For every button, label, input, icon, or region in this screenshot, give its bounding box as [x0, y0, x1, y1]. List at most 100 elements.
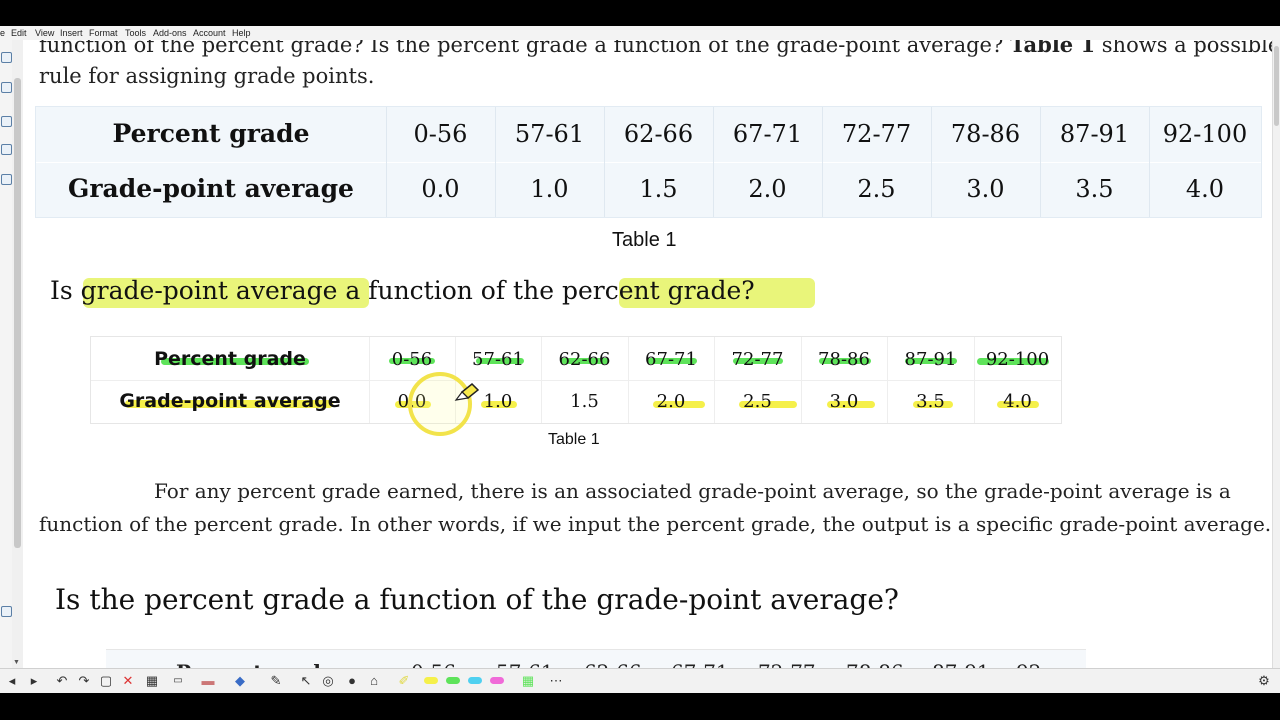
range-cell: 62-66 — [558, 349, 611, 370]
range-cell: 62-66 — [623, 120, 694, 148]
range-cell: 78-86 — [950, 120, 1021, 148]
page-next-icon[interactable]: ▸ — [26, 673, 42, 689]
range-cell: 72-77 — [731, 349, 784, 370]
scroll-thumb[interactable] — [1274, 46, 1279, 126]
menu-bar: e Edit View Insert Format Tools Add-ons … — [0, 26, 1280, 41]
intro-text-b: shows a possible — [1101, 40, 1280, 57]
range-cell: 67-71 — [732, 120, 803, 148]
folder-icon[interactable]: ▬ — [200, 673, 216, 689]
range-cell: 57-61 — [496, 660, 554, 668]
menu-edit[interactable]: Edit — [11, 28, 27, 38]
pink-pen-icon[interactable] — [490, 677, 504, 684]
document-page: function of the percent grade? Is the pe… — [23, 40, 1280, 668]
range-cell: 87-91 — [904, 349, 957, 370]
pen-icon[interactable] — [1, 116, 12, 127]
q1-mark: ? — [741, 276, 755, 305]
fill-icon[interactable]: ● — [344, 673, 360, 689]
gpa-cell: 4.0 — [1003, 391, 1032, 412]
scroll-down-icon[interactable]: ▼ — [13, 659, 20, 666]
row-header-percent: Percent grade — [112, 119, 310, 148]
delete-icon[interactable]: ✕ — [120, 673, 136, 689]
gpa-cell: 4.0 — [1185, 175, 1225, 203]
eraser-icon[interactable]: ⌂ — [366, 673, 382, 689]
row-header-percent: Percent grade — [154, 348, 306, 370]
range-cell: 57-61 — [514, 120, 585, 148]
yellow-pen-icon[interactable] — [424, 677, 438, 684]
zoom-icon[interactable]: ▭ — [170, 673, 186, 689]
range-cell: 92-100 — [1162, 120, 1248, 148]
menu-addons[interactable]: Add-ons — [153, 28, 187, 38]
gpa-cell: 2.5 — [857, 175, 896, 203]
gpa-cell: 3.5 — [1075, 175, 1114, 203]
table-caption: Table 1 — [612, 229, 677, 251]
right-scrollbar[interactable] — [1272, 40, 1280, 668]
q1-text: a function of the — [345, 276, 555, 305]
range-cell: 87-91 — [1059, 120, 1130, 148]
range-cell: 92-100 — [985, 349, 1050, 370]
page-prev-icon[interactable]: ◂ — [4, 673, 20, 689]
menu-tools[interactable]: Tools — [125, 28, 146, 38]
arrow-icon[interactable] — [1, 606, 12, 617]
range-cell: 67-71 — [671, 660, 729, 668]
q1-term-gpa: grade-point average — [80, 276, 338, 305]
green-pen-icon[interactable] — [446, 677, 460, 684]
range-cell: 67-71 — [645, 349, 697, 370]
highlighter-tool-icon[interactable]: ✐ — [396, 673, 412, 689]
undo-icon[interactable]: ↶ — [54, 673, 70, 689]
scroll-thumb[interactable] — [14, 78, 21, 548]
page-icon[interactable] — [1, 52, 12, 63]
range-cell: 0-56 — [411, 660, 456, 668]
gpa-cell: 2.0 — [656, 391, 686, 412]
annotated-table-caption: Table 1 — [548, 431, 600, 448]
intro-line-1: function of the percent grade? Is the pe… — [39, 40, 1280, 57]
gpa-cell: 2.0 — [748, 175, 787, 203]
range-cell: 78-86 — [846, 660, 904, 668]
range-cell: 92-100 — [1016, 660, 1086, 668]
range-cell: 57-61 — [472, 349, 524, 370]
paragraph-line-1: For any percent grade earned, there is a… — [154, 479, 1231, 503]
layers-icon[interactable] — [1, 82, 12, 93]
page-icon[interactable]: ▢ — [98, 673, 114, 689]
gpa-cell: 2.5 — [743, 391, 772, 412]
row-header-gpa: Grade-point average — [68, 174, 354, 203]
shape-icon[interactable] — [1, 174, 12, 185]
question-gpa-function: Is grade-point average a function of the… — [50, 276, 755, 305]
gpa-cell: 3.0 — [966, 175, 1005, 203]
range-cell: 0-56 — [391, 349, 433, 370]
more-icon[interactable]: ⋯ — [548, 673, 564, 689]
paragraph-line-2: function of the percent grade. In other … — [39, 512, 1272, 536]
select-arrow-icon[interactable]: ↖ — [298, 673, 314, 689]
gpa-cell: 3.5 — [916, 391, 945, 412]
intro-line-2: rule for assigning grade points. — [39, 64, 375, 88]
row-header-percent: Percent grade — [176, 660, 334, 668]
shapes-icon[interactable]: ◎ — [320, 673, 336, 689]
pen-tool-icon[interactable]: ✎ — [268, 673, 284, 689]
cyan-pen-icon[interactable] — [468, 677, 482, 684]
intro-table-ref: Table 1 — [1009, 40, 1096, 57]
menu-file[interactable]: e — [0, 28, 5, 38]
settings-gear-icon[interactable]: ⚙ — [1256, 673, 1272, 689]
menu-insert[interactable]: Insert — [60, 28, 83, 38]
gpa-cell: 1.5 — [639, 175, 678, 203]
menu-view[interactable]: View — [35, 28, 54, 38]
q1-text: Is — [50, 276, 73, 305]
table-icon[interactable]: ▦ — [144, 673, 160, 689]
intro-text-a: function of the percent grade? Is the pe… — [39, 40, 1004, 57]
menu-account[interactable]: Account — [193, 28, 226, 38]
q1-term-percent: percent grade — [561, 276, 742, 305]
range-cell: 72-77 — [841, 120, 912, 148]
gpa-cell: 1.5 — [570, 391, 599, 412]
text-icon[interactable] — [1, 144, 12, 155]
row-header-gpa: Grade-point average — [119, 390, 341, 412]
grid-icon[interactable]: ▦ — [520, 673, 536, 689]
range-cell: 72-77 — [758, 660, 816, 668]
gpa-cell: 0.0 — [421, 175, 460, 203]
capture-icon[interactable]: ◆ — [232, 673, 248, 689]
menu-help[interactable]: Help — [232, 28, 251, 38]
menu-format[interactable]: Format — [89, 28, 118, 38]
range-cell: 87-91 — [932, 660, 990, 668]
range-cell: 62-66 — [584, 660, 642, 668]
grade-table-cutoff: Percent grade 0-56 57-61 62-66 67-71 72-… — [106, 649, 1086, 668]
redo-icon[interactable]: ↷ — [76, 673, 92, 689]
spotlight-cursor-icon — [408, 372, 480, 436]
